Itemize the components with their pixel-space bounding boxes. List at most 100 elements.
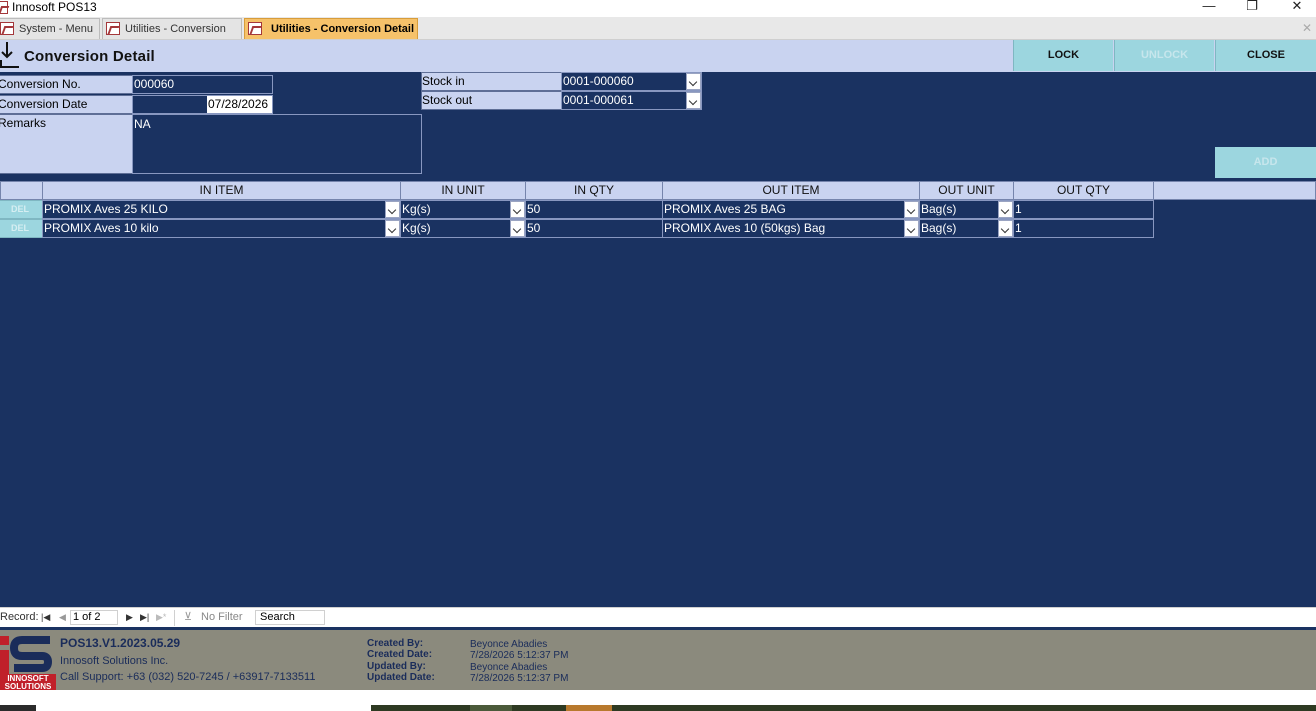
taskbar-strip	[0, 690, 1316, 711]
search-input[interactable]: Search	[255, 610, 325, 625]
unlock-button[interactable]: UNLOCK	[1114, 40, 1214, 71]
restore-button[interactable]: ❐	[1237, 0, 1267, 16]
chevron-down-icon[interactable]	[385, 220, 400, 237]
taskbar-segment	[566, 705, 612, 711]
delete-row-button[interactable]: DEL	[0, 200, 43, 219]
last-record-icon[interactable]: ▶|	[140, 611, 149, 624]
out-qty-field[interactable]: 1	[1013, 200, 1154, 219]
previous-record-icon[interactable]: ◀	[59, 611, 66, 624]
in-unit-select[interactable]: Kg(s)	[400, 219, 526, 238]
remarks-field[interactable]: NA	[132, 114, 422, 174]
grid-header-in-qty: IN QTY	[525, 181, 663, 200]
updated-by-label: Updated By:	[367, 661, 426, 672]
conversion-no-label: Conversion No.	[0, 75, 133, 94]
taskbar-segment	[0, 705, 36, 711]
created-date-value: 7/28/2026 5:12:37 PM	[470, 650, 569, 661]
out-unit-value: Bag(s)	[921, 221, 957, 235]
window-title: Innosoft POS13	[12, 0, 97, 14]
in-unit-value: Kg(s)	[402, 202, 431, 216]
out-unit-select[interactable]: Bag(s)	[919, 219, 1014, 238]
conversion-date-field[interactable]: 07/28/2026	[132, 95, 273, 114]
delete-row-button[interactable]: DEL	[0, 219, 43, 238]
chevron-down-icon[interactable]	[385, 201, 400, 218]
conversion-date-value[interactable]: 07/28/2026	[207, 96, 272, 113]
new-record-icon[interactable]: ▶*	[156, 611, 166, 624]
tab-utilities-conversion[interactable]: Utilities - Conversion	[102, 18, 242, 39]
chevron-down-icon[interactable]	[904, 201, 919, 218]
first-record-icon[interactable]: |◀	[41, 611, 50, 624]
updated-date-label: Updated Date:	[367, 672, 435, 683]
out-qty-field[interactable]: 1	[1013, 219, 1154, 238]
conversion-no-field[interactable]: 000060	[132, 75, 273, 94]
chevron-down-icon[interactable]	[510, 220, 525, 237]
out-unit-select[interactable]: Bag(s)	[919, 200, 1014, 219]
chevron-down-icon[interactable]	[686, 73, 701, 90]
in-item-select[interactable]: PROMIX Aves 10 kilo	[42, 219, 401, 238]
conversion-detail-form: Conversion No. 000060 Conversion Date 07…	[0, 72, 1316, 607]
out-item-select[interactable]: PROMIX Aves 25 BAG	[662, 200, 920, 219]
created-by-value: Beyonce Abadies	[470, 639, 548, 650]
out-item-value: PROMIX Aves 25 BAG	[664, 202, 786, 216]
stock-out-value: 0001-000061	[563, 93, 634, 107]
form-icon	[0, 22, 14, 35]
form-icon	[248, 22, 262, 35]
record-navigation-bar: Record: |◀ ◀ 1 of 2 ▶ ▶| ▶* ⊻ No Filter …	[0, 607, 1316, 627]
lock-button[interactable]: LOCK	[1013, 40, 1113, 71]
stock-in-select[interactable]: 0001-000060	[561, 72, 702, 91]
innosoft-logo: INNOSOFT SOLUTIONS	[0, 634, 56, 692]
stock-out-select[interactable]: 0001-000061	[561, 91, 702, 110]
grid-header-in-unit: IN UNIT	[400, 181, 526, 200]
tab-utilities-conversion-detail[interactable]: Utilities - Conversion Detail	[244, 18, 418, 39]
close-tab-icon[interactable]: ✕	[1302, 21, 1312, 35]
in-item-value: PROMIX Aves 25 KILO	[44, 202, 168, 216]
stock-in-label: Stock in	[421, 72, 562, 91]
conversion-date-label: Conversion Date	[0, 95, 133, 114]
in-item-value: PROMIX Aves 10 kilo	[44, 221, 159, 235]
access-app-icon	[0, 1, 8, 14]
filter-icon[interactable]: ⊻	[184, 611, 192, 624]
chevron-down-icon[interactable]	[510, 201, 525, 218]
taskbar-segment	[371, 705, 1316, 711]
version-text: POS13.V1.2023.05.29	[60, 636, 181, 650]
add-button[interactable]: ADD	[1215, 147, 1316, 178]
updated-by-value: Beyonce Abadies	[470, 662, 548, 673]
in-qty-field[interactable]: 50	[525, 219, 663, 238]
grid-header-out-unit: OUT UNIT	[919, 181, 1014, 200]
window-titlebar: Innosoft POS13 — ❐ ✕	[0, 0, 1316, 17]
innosoft-logo-mark	[0, 636, 53, 674]
chevron-down-icon[interactable]	[904, 220, 919, 237]
tab-label: Utilities - Conversion	[125, 23, 226, 35]
tab-label: Utilities - Conversion Detail	[271, 23, 415, 35]
in-qty-field[interactable]: 50	[525, 200, 663, 219]
filter-status[interactable]: No Filter	[201, 611, 243, 624]
created-date-label: Created Date:	[367, 649, 433, 660]
grid-header-blank	[0, 181, 43, 200]
support-contact: Call Support: +63 (032) 520-7245 / +6391…	[60, 671, 316, 683]
in-item-select[interactable]: PROMIX Aves 25 KILO	[42, 200, 401, 219]
chevron-down-icon[interactable]	[686, 92, 701, 109]
taskbar-segment	[470, 705, 512, 711]
tab-label: System - Menu	[19, 23, 93, 35]
document-tab-bar: System - Menu Utilities - Conversion Uti…	[0, 17, 1316, 40]
footer-info-bar: INNOSOFT SOLUTIONS POS13.V1.2023.05.29 I…	[0, 627, 1316, 692]
created-by-label: Created By:	[367, 638, 424, 649]
window-close-button[interactable]: ✕	[1282, 0, 1312, 16]
company-name: Innosoft Solutions Inc.	[60, 655, 169, 667]
out-item-select[interactable]: PROMIX Aves 10 (50kgs) Bag	[662, 219, 920, 238]
out-item-value: PROMIX Aves 10 (50kgs) Bag	[664, 221, 826, 235]
form-header: Conversion Detail LOCK UNLOCK CLOSE	[0, 40, 1316, 72]
record-position-field[interactable]: 1 of 2	[70, 610, 118, 625]
next-record-icon[interactable]: ▶	[126, 611, 133, 624]
grid-header-out-item: OUT ITEM	[662, 181, 920, 200]
in-unit-select[interactable]: Kg(s)	[400, 200, 526, 219]
divider	[174, 610, 175, 626]
tab-system-menu[interactable]: System - Menu	[0, 18, 100, 39]
minimize-button[interactable]: —	[1194, 0, 1224, 16]
record-label: Record:	[0, 611, 39, 623]
close-button[interactable]: CLOSE	[1215, 40, 1316, 71]
page-title: Conversion Detail	[24, 48, 155, 65]
chevron-down-icon[interactable]	[998, 201, 1013, 218]
download-arrow-icon	[0, 42, 19, 68]
form-icon	[106, 22, 120, 35]
chevron-down-icon[interactable]	[998, 220, 1013, 237]
